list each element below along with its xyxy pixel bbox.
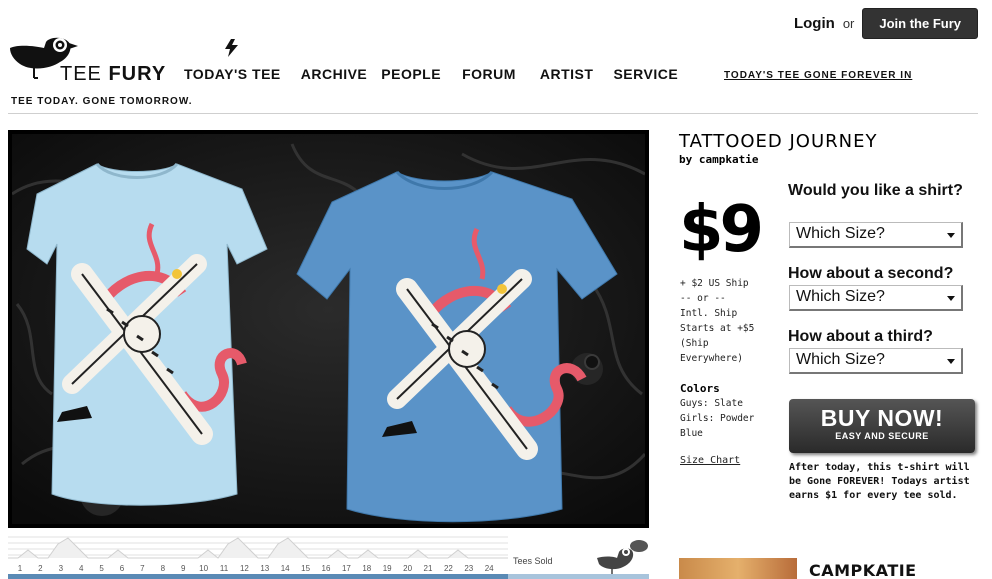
hour-label: 13 — [260, 564, 269, 573]
shipping-line: Starts at +$5 — [680, 323, 755, 334]
tee-design-illustration — [12, 134, 645, 524]
hour-label: 21 — [424, 564, 433, 573]
shipping-line: + $2 US Ship — [680, 278, 749, 289]
colors-heading: Colors — [680, 382, 720, 395]
nav-forum[interactable]: FORUM — [462, 66, 516, 82]
nav-label: FORUM — [462, 66, 516, 82]
question-first-shirt: Would you like a shirt? — [788, 182, 963, 199]
hour-label: 11 — [220, 564, 229, 573]
product-title: TATTOOED JOURNEY — [679, 131, 878, 152]
chevron-down-icon — [947, 233, 955, 238]
shipping-line: Everywhere) — [680, 353, 743, 364]
hour-label: 14 — [281, 564, 290, 573]
hour-label: 23 — [464, 564, 473, 573]
buy-label: BUY NOW! — [820, 405, 944, 431]
hour-label: 5 — [99, 564, 104, 573]
shipping-line: (Ship — [680, 338, 709, 349]
nav-people[interactable]: PEOPLE — [381, 66, 441, 82]
buy-note: After today, this t-shirt will be Gone F… — [789, 462, 970, 501]
hour-label: 18 — [362, 564, 371, 573]
login-link[interactable]: Login — [794, 15, 835, 32]
nav-label: SERVICE — [613, 66, 679, 82]
nav-service[interactable]: SERVICE — [613, 66, 678, 82]
hour-label: 19 — [383, 564, 392, 573]
hour-label: 12 — [240, 564, 249, 573]
main-nav: TODAY'S TEE ARCHIVE PEOPLE FORUM ARTIST … — [184, 39, 678, 82]
hour-label: 20 — [403, 564, 412, 573]
tagline: TEE TODAY. GONE TOMORROW. — [11, 96, 193, 107]
nav-archive[interactable]: ARCHIVE — [301, 66, 368, 82]
hour-label: 6 — [120, 564, 125, 573]
header-divider — [8, 113, 978, 114]
question-second-shirt: How about a second? — [788, 265, 954, 282]
color-line: Girls: Powder — [680, 413, 755, 424]
teefury-logo[interactable]: TEE FURY — [8, 34, 178, 86]
chevron-down-icon — [947, 296, 955, 301]
hour-label: 8 — [161, 564, 166, 573]
nav-label: ARTIST — [539, 66, 594, 82]
nav-label: PEOPLE — [381, 66, 442, 82]
size-select-third[interactable]: Which Size? — [789, 348, 963, 374]
question-third-shirt: How about a third? — [788, 328, 933, 345]
hour-label: 16 — [322, 564, 331, 573]
select-value: Which Size? — [796, 225, 885, 242]
colors-info: Colors Guys: Slate Girls: Powder Blue — [680, 381, 780, 441]
join-button[interactable]: Join the Fury — [862, 8, 978, 39]
artist-name[interactable]: CAMPKATIE — [809, 561, 917, 579]
shipping-line: Intl. Ship — [680, 308, 738, 319]
artist-byline[interactable]: by campkatie — [679, 153, 758, 166]
buy-now-button[interactable]: BUY NOW! EASY AND SECURE — [789, 399, 975, 453]
hour-label: 24 — [485, 564, 494, 573]
nav-todays-tee[interactable]: TODAY'S TEE — [184, 39, 281, 82]
hour-label: 1 — [18, 564, 23, 573]
artist-avatar[interactable] — [679, 558, 797, 579]
shipping-info: + $2 US Ship -- or -- Intl. Ship Starts … — [680, 276, 780, 366]
lightning-bolt-icon — [225, 39, 238, 57]
brand-name: TEE FURY — [60, 63, 166, 86]
hour-label: 2 — [38, 564, 43, 573]
nav-label: TODAY'S TEE — [184, 66, 281, 82]
hour-label: 4 — [79, 564, 84, 573]
hour-label: 3 — [59, 564, 64, 573]
chevron-down-icon — [947, 359, 955, 364]
size-select-second[interactable]: Which Size? — [789, 285, 963, 311]
hour-label: 22 — [444, 564, 453, 573]
auth-bar: Login or Join the Fury — [794, 8, 978, 39]
select-value: Which Size? — [796, 288, 885, 305]
brand-name-bold: FURY — [108, 63, 167, 85]
hour-label: 17 — [342, 564, 351, 573]
shipping-line: -- or -- — [680, 293, 726, 304]
hour-label: 9 — [181, 564, 186, 573]
hour-label: 7 — [140, 564, 145, 573]
buy-sublabel: EASY AND SECURE — [835, 431, 929, 441]
color-line: Blue — [680, 428, 703, 439]
size-chart-link[interactable]: Size Chart — [680, 455, 740, 466]
select-value: Which Size? — [796, 351, 885, 368]
color-line: Guys: Slate — [680, 398, 743, 409]
hour-label: 10 — [199, 564, 208, 573]
nav-artist[interactable]: ARTIST — [540, 66, 594, 82]
size-select-first[interactable]: Which Size? — [789, 222, 963, 248]
nav-label: ARCHIVE — [300, 66, 368, 82]
sales-chart: 1 2 3 4 5 6 7 8 9 10 11 12 13 14 15 16 17 18 19 20 21 22 23 24 — [8, 534, 649, 579]
brand-name-light: TEE — [60, 63, 102, 85]
price: $9 — [679, 193, 764, 267]
countdown-link[interactable]: TODAY'S TEE GONE FOREVER IN — [724, 70, 912, 81]
or-separator: or — [842, 16, 855, 31]
bird-mascot-icon — [597, 540, 648, 574]
hour-label: 15 — [301, 564, 310, 573]
product-image — [8, 130, 649, 528]
tees-sold-label: Tees Sold — [513, 556, 553, 566]
